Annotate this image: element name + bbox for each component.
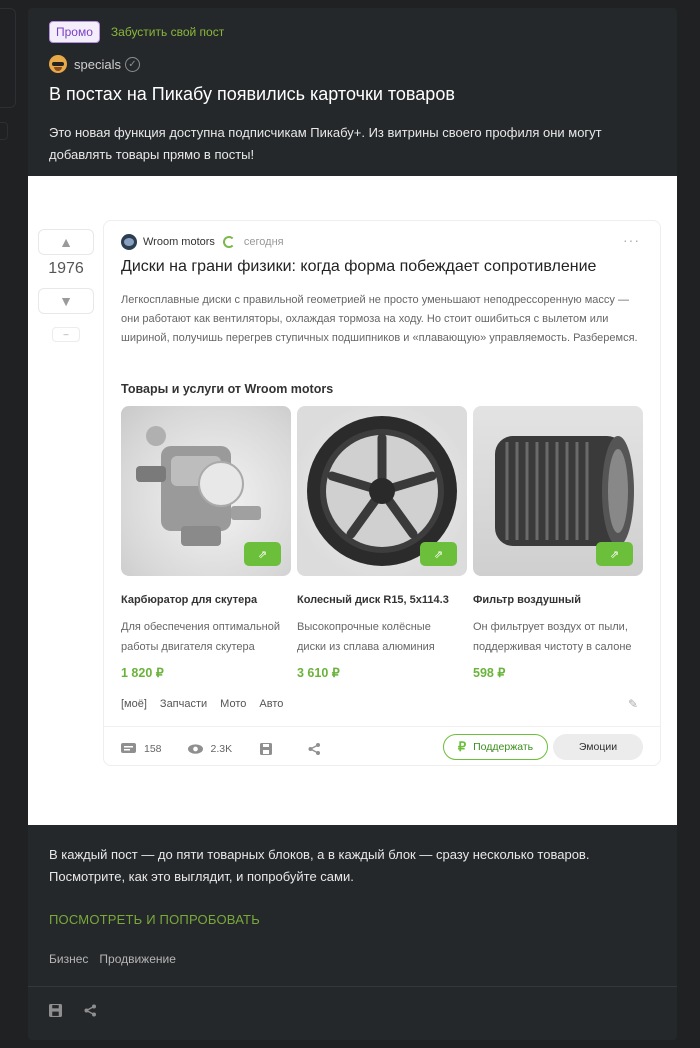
goods-title: Товары и услуги от Wroom motors — [121, 382, 334, 396]
vote-box: ▲ 1976 ▼ – — [38, 229, 96, 342]
card-tag: [моё] — [121, 698, 147, 710]
product-price: 598 ₽ — [473, 666, 506, 680]
post-bottom-text: В каждый пост — до пяти товарных блоков,… — [49, 847, 590, 884]
footer-divider — [28, 986, 677, 987]
ruble-icon: ₽ — [457, 739, 467, 754]
post-author[interactable]: specials ✓ — [49, 55, 140, 73]
tag-link[interactable]: Продвижение — [99, 952, 176, 966]
edit-icon: ✎ — [627, 697, 638, 711]
product-price: 1 820 ₽ — [121, 666, 164, 680]
eye-icon — [187, 743, 203, 755]
card-author-row: Wroom motors сегодня — [121, 234, 284, 250]
more-icon: ··· — [623, 232, 640, 248]
product-card: ⇗ Колесный диск R15, 5x114.3 Высокопрочн… — [297, 406, 467, 680]
product-desc: Для обеспечения оптимальной работы двига… — [121, 621, 281, 653]
external-link-icon: ⇗ — [244, 542, 281, 566]
product-name: Колесный диск R15, 5x114.3 — [297, 594, 449, 606]
arrow-up-icon: ▲ — [59, 234, 73, 250]
downvote-button[interactable]: ▼ — [38, 288, 94, 314]
comment-icon — [121, 743, 136, 755]
card-title: Диски на грани физики: когда форма побеж… — [121, 258, 597, 275]
support-button: ₽ Поддержать — [443, 734, 548, 760]
minus-badge: – — [52, 327, 80, 342]
card-avatar — [121, 234, 137, 250]
try-link[interactable]: ПОСМОТРЕТЬ И ПОПРОБОВАТЬ — [49, 912, 260, 927]
product-price: 3 610 ₽ — [297, 666, 340, 680]
product-name: Карбюратор для скутера — [121, 594, 258, 606]
card-tags: [моё] Запчасти Мото Авто — [121, 698, 296, 710]
story-card: Wroom motors сегодня ··· Диски на грани … — [103, 220, 661, 766]
share-item — [307, 743, 330, 755]
avatar[interactable] — [49, 55, 67, 73]
sidebar-fragment — [0, 122, 8, 140]
card-description: Легкосплавные диски с правильной геометр… — [121, 294, 638, 344]
tag-link[interactable]: Бизнес — [49, 952, 88, 966]
share-icon[interactable] — [84, 1004, 97, 1020]
promo-badge[interactable]: Промо — [49, 21, 100, 43]
product-name: Фильтр воздушный — [473, 594, 581, 606]
boost-link[interactable]: Забустить свой пост — [111, 25, 224, 39]
post-top-row: Промо Забустить свой пост — [49, 21, 224, 43]
external-link-icon: ⇗ — [596, 542, 633, 566]
views-count: 2.3K — [187, 743, 232, 755]
product-image: ⇗ — [297, 406, 467, 576]
post-tags: Бизнес Продвижение — [49, 952, 187, 966]
product-desc: Высокопрочные колёсные диски из сплава а… — [297, 621, 435, 653]
post-image: ▲ 1976 ▼ – Wroom motors сегодня ··· Диск… — [28, 176, 677, 825]
share-icon — [307, 743, 322, 755]
rating: 1976 — [48, 260, 84, 277]
product-image: ⇗ — [121, 406, 291, 576]
save-icon — [258, 743, 273, 755]
save-icon[interactable] — [49, 1004, 62, 1020]
external-link-icon: ⇗ — [420, 542, 457, 566]
card-tag: Мото — [220, 698, 247, 710]
card-tag: Запчасти — [159, 698, 208, 710]
post-footer — [49, 1004, 119, 1020]
save-item — [258, 743, 281, 755]
product-card: ⇗ Карбюратор для скутера Для обеспечения… — [121, 406, 291, 680]
card-author: Wroom motors — [143, 236, 215, 248]
emotions-button: Эмоции — [553, 734, 643, 760]
product-desc: Он фильтрует воздух от пыли, поддерживая… — [473, 621, 632, 653]
upvote-button[interactable]: ▲ — [38, 229, 94, 255]
post-title[interactable]: В постах на Пикабу появились карточки то… — [49, 84, 455, 105]
verified-icon: ✓ — [124, 56, 140, 72]
post-intro: Это новая функция доступна подписчикам П… — [49, 125, 602, 162]
card-divider — [104, 726, 660, 727]
sidebar-fragment — [0, 8, 16, 108]
author-name[interactable]: specials — [74, 57, 121, 72]
card-time: сегодня — [243, 236, 284, 248]
product-card: ⇗ Фильтр воздушный Он фильтрует воздух о… — [473, 406, 643, 680]
arrow-down-icon: ▼ — [59, 293, 73, 309]
products-carousel: ⇗ Карбюратор для скутера Для обеспечения… — [121, 406, 661, 686]
card-tag: Авто — [259, 698, 284, 710]
comments-count: 158 — [121, 743, 162, 755]
product-image: ⇗ — [473, 406, 643, 576]
post-card: Промо Забустить свой пост specials ✓ В п… — [28, 8, 677, 1040]
card-footer: 158 2.3K ₽ Поддержать Эмоции — [121, 734, 643, 760]
clock-icon — [222, 236, 235, 248]
